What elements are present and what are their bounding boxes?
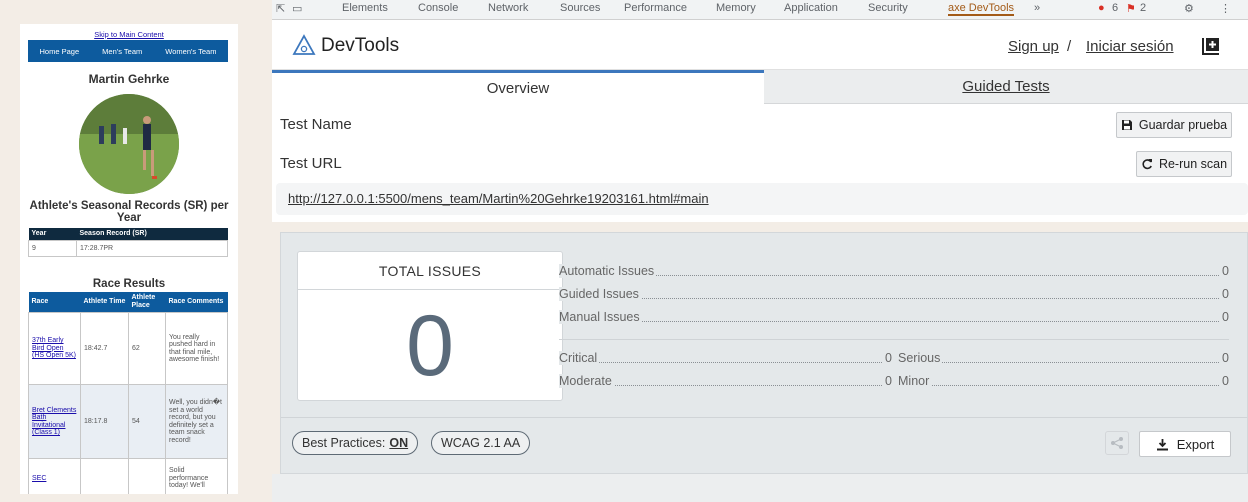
login-link[interactable]: Iniciar sesión <box>1086 38 1174 55</box>
total-issues-card: TOTAL ISSUES 0 <box>297 251 563 401</box>
seasonal-records-heading: Athlete's Seasonal Records (SR) per Year <box>29 200 229 224</box>
tab-elements[interactable]: Elements <box>342 2 388 14</box>
race-results-table: Race Athlete Time Athlete Place Race Com… <box>28 292 228 494</box>
athlete-name: Martin Gehrke <box>88 72 170 86</box>
new-tab-plus-icon[interactable] <box>1201 36 1221 56</box>
export-button[interactable]: Export <box>1139 431 1231 457</box>
minor-issues-row[interactable]: Minor 0 <box>898 374 1229 390</box>
total-issues-count: 0 <box>406 298 454 394</box>
axe-brand-title: DevTools <box>321 35 400 56</box>
tab-performance[interactable]: Performance <box>624 2 687 14</box>
more-tabs-icon[interactable]: » <box>1034 2 1040 14</box>
table-row: 9 17:28.7PR <box>28 240 228 257</box>
warning-count: 2 <box>1140 2 1147 14</box>
test-url-label: Test URL <box>280 155 342 172</box>
serious-issues-row[interactable]: Serious 0 <box>898 351 1229 367</box>
webpage-preview: Skip to Main Content Home Page Men's Tea… <box>20 24 238 494</box>
divider <box>559 339 1229 340</box>
axe-header: DevTools Sign up / Iniciar sesión <box>272 20 1248 70</box>
tab-overview[interactable]: Overview <box>272 70 764 104</box>
race-link[interactable]: SEC <box>32 475 46 482</box>
race-link[interactable]: 37th Early Bird Open (HS Open 5K) <box>32 337 76 359</box>
more-options-icon[interactable]: ⋮ <box>1220 2 1231 15</box>
rerun-scan-label: Re-run scan <box>1158 157 1228 171</box>
save-test-label: Guardar prueba <box>1138 118 1228 132</box>
nav-womens-team-link[interactable]: Women's Team <box>165 47 216 56</box>
best-practices-value: ON <box>389 436 409 450</box>
tab-axe-devtools[interactable]: axe DevTools <box>948 2 1015 16</box>
test-url-field[interactable]: http://127.0.0.1:5500/mens_team/Martin%2… <box>276 183 1248 215</box>
wcag-standard-selector[interactable]: WCAG 2.1 AA <box>431 431 531 455</box>
skip-to-main-link[interactable]: Skip to Main Content <box>20 30 238 39</box>
axe-view-tabs: Overview Guided Tests <box>272 70 1248 104</box>
panel-bottom-area <box>272 474 1248 502</box>
guided-issues-row[interactable]: Guided Issues 0 <box>559 287 1229 303</box>
test-form: Test Name Guardar prueba Test URL Re-run… <box>272 104 1248 222</box>
nav-mens-team-link[interactable]: Men's Team <box>102 47 142 56</box>
auth-separator: / <box>1067 38 1072 55</box>
best-practices-toggle[interactable]: Best Practices: ON <box>292 431 419 455</box>
device-toolbar-icon[interactable]: ▭ <box>292 2 302 15</box>
divider <box>281 417 1247 418</box>
race-link[interactable]: Bret Clements Bath Invitational (Class 1… <box>32 407 76 437</box>
table-row: 37th Early Bird Open (HS Open 5K) 18:42.… <box>28 312 228 385</box>
tab-security[interactable]: Security <box>868 2 908 14</box>
race-results-heading: Race Results <box>92 278 166 290</box>
tab-network[interactable]: Network <box>488 2 528 14</box>
tab-guided-tests[interactable]: Guided Tests <box>764 70 1248 104</box>
test-name-label: Test Name <box>280 116 352 133</box>
issues-summary-panel: TOTAL ISSUES 0 Automatic Issues 0 Guided… <box>280 232 1248 474</box>
table-row: SEC Solid performance today! We'll <box>28 458 228 494</box>
axe-logo-icon <box>292 34 316 55</box>
athlete-photo <box>79 94 179 194</box>
best-practices-label: Best Practices: <box>302 436 386 450</box>
download-icon <box>1156 438 1168 450</box>
warning-icon[interactable]: ⚑ <box>1126 2 1136 15</box>
critical-issues-row[interactable]: Critical 0 <box>559 351 892 367</box>
manual-issues-row[interactable]: Manual Issues 0 <box>559 310 1229 326</box>
tab-console[interactable]: Console <box>418 2 458 14</box>
export-label: Export <box>1176 436 1215 452</box>
tab-application[interactable]: Application <box>784 2 838 14</box>
sr-col-year: Year <box>28 228 77 241</box>
sr-col-record: Season Record (SR) <box>76 228 228 241</box>
tab-sources[interactable]: Sources <box>560 2 600 14</box>
automatic-issues-row[interactable]: Automatic Issues 0 <box>559 264 1229 280</box>
wcag-standard-label: WCAG 2.1 AA <box>441 436 521 450</box>
error-icon[interactable]: ● <box>1098 2 1105 14</box>
rerun-scan-button[interactable]: Re-run scan <box>1136 151 1232 177</box>
refresh-icon <box>1142 159 1152 170</box>
nav-home-link[interactable]: Home Page <box>40 47 80 56</box>
share-icon[interactable] <box>1105 431 1129 455</box>
test-url-value[interactable]: http://127.0.0.1:5500/mens_team/Martin%2… <box>288 191 709 206</box>
sign-up-link[interactable]: Sign up <box>1008 38 1059 55</box>
inspect-icon[interactable]: ⇱ <box>276 2 285 15</box>
devtools-tabstrip: ⇱ ▭ Elements Console Network Sources Per… <box>272 0 1248 20</box>
error-count: 6 <box>1112 2 1119 14</box>
tab-memory[interactable]: Memory <box>716 2 756 14</box>
moderate-issues-row[interactable]: Moderate 0 <box>559 374 892 390</box>
table-row: Bret Clements Bath Invitational (Class 1… <box>28 384 228 459</box>
save-icon <box>1121 120 1132 130</box>
seasonal-records-table: Year Season Record (SR) 9 17:28.7PR <box>28 228 228 257</box>
save-test-button[interactable]: Guardar prueba <box>1116 112 1232 138</box>
site-nav: Home Page Men's Team Women's Team <box>28 40 228 62</box>
total-issues-label: TOTAL ISSUES <box>298 252 562 290</box>
settings-gear-icon[interactable]: ⚙ <box>1184 2 1194 15</box>
